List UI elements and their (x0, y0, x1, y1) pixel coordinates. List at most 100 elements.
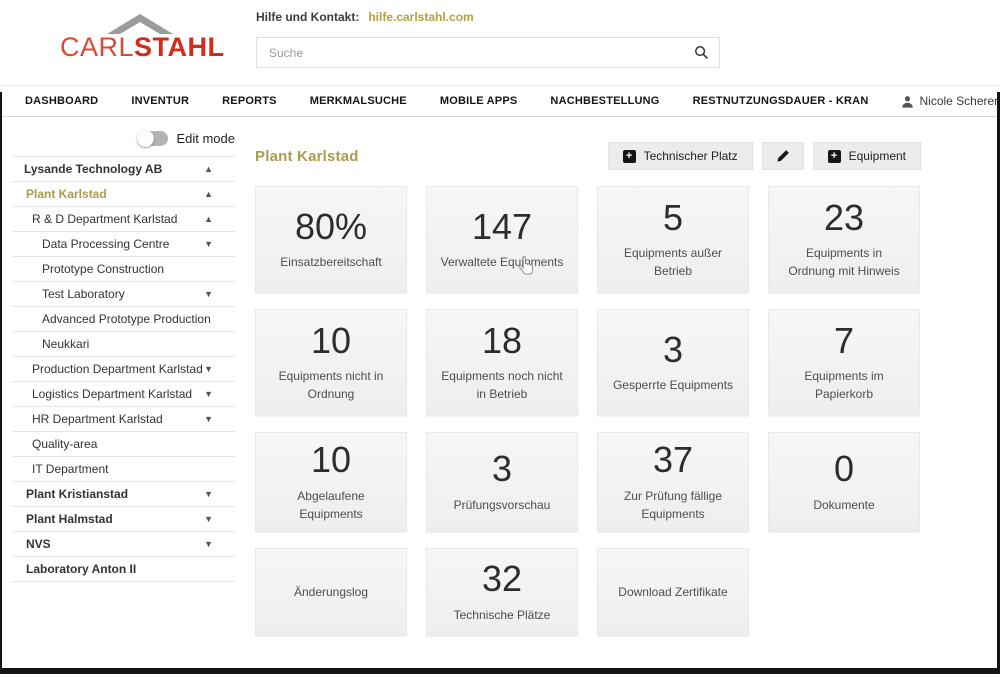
sidebar-item-label: Laboratory Anton II (26, 562, 136, 576)
tile-value: 7 (834, 322, 854, 360)
tile-value: 5 (663, 199, 683, 237)
nav-item-merkmalsuche[interactable]: MERKMALSUCHE (310, 95, 407, 107)
tile-value: 32 (482, 560, 522, 598)
chevron-down-icon: ▼ (204, 514, 213, 524)
nav-item-restnutzungsdauer-kran[interactable]: RESTNUTZUNGSDAUER - KRAN (693, 95, 869, 107)
tile-label: Equipments im Papierkorb (781, 367, 907, 403)
search-button[interactable] (684, 45, 719, 60)
roof-icon (105, 12, 175, 34)
sidebar-item-label: IT Department (32, 462, 108, 476)
edit-mode-label: Edit mode (176, 131, 235, 146)
chevron-down-icon: ▼ (204, 389, 213, 399)
help-link[interactable]: hilfe.carlstahl.com (368, 10, 473, 24)
nav-item-reports[interactable]: REPORTS (222, 95, 277, 107)
tile-einsatzbereitschaft[interactable]: 80%Einsatzbereitschaft (255, 186, 407, 293)
sidebar-item-hr-department-karlstad[interactable]: HR Department Karlstad▼ (12, 407, 235, 432)
sidebar-item-test-laboratory[interactable]: Test Laboratory▼ (12, 282, 235, 307)
search-box (256, 37, 720, 68)
sidebar: Edit mode Lysande Technology AB▲Plant Ka… (2, 118, 255, 668)
tile-value: 80% (295, 208, 367, 246)
tile-label: Prüfungsvorschau (454, 496, 551, 514)
sidebar-item-plant-karlstad[interactable]: Plant Karlstad▲ (12, 182, 235, 207)
sidebar-item-prototype-construction[interactable]: Prototype Construction (12, 257, 235, 282)
tile-dokumente[interactable]: 0Dokumente (768, 432, 920, 532)
sidebar-item-r-d-department-karlstad[interactable]: R & D Department Karlstad ▲ (12, 207, 235, 232)
tile-download-zertifikate[interactable]: Download Zertifikate (597, 548, 749, 636)
tile-value: 10 (311, 441, 351, 479)
sidebar-item-production-department-karlstad[interactable]: Production Department Karlstad▼ (12, 357, 235, 382)
user-icon (901, 95, 914, 108)
nav-item-dashboard[interactable]: DASHBOARD (25, 95, 98, 107)
tile-label: Änderungslog (294, 583, 368, 601)
chevron-down-icon: ▼ (204, 489, 213, 499)
sidebar-item-lysande-technology-ab[interactable]: Lysande Technology AB▲ (12, 157, 235, 182)
tile-equipments-in-ordnung-mit-hinweis[interactable]: 23Equipments in Ordnung mit Hinweis (768, 186, 920, 293)
tile-value: 10 (311, 322, 351, 360)
screen-frame-bottom (0, 668, 1000, 674)
tile-value: 18 (482, 322, 522, 360)
add-equipment-button[interactable]: + Equipment (813, 142, 921, 170)
tile-label: Download Zertifikate (618, 583, 727, 601)
chevron-up-icon: ▲ (204, 214, 213, 224)
sidebar-item-label: Neukkari (42, 337, 89, 351)
tile-label: Gesperrte Equipments (613, 376, 733, 394)
user-name: Nicole Scherer (919, 94, 998, 108)
screen-frame-left (0, 92, 2, 674)
add-equipment-label: Equipment (849, 149, 906, 163)
sidebar-item-advanced-prototype-production[interactable]: Advanced Prototype Production (12, 307, 235, 332)
nav-item-mobile-apps[interactable]: MOBILE APPS (440, 95, 518, 107)
sidebar-item-label: Lysande Technology AB (24, 162, 162, 176)
tile-equipments-im-papierkorb[interactable]: 7 Equipments im Papierkorb (768, 309, 920, 416)
tile-label: Zur Prüfung fällige Equipments (610, 487, 736, 523)
tile-nderungslog[interactable]: Änderungslog (255, 548, 407, 636)
sidebar-item-label: Plant Halmstad (26, 512, 113, 526)
edit-button[interactable] (762, 142, 804, 170)
tile-equipments-au-er-betrieb[interactable]: 5Equipments außer Betrieb (597, 186, 749, 293)
logo-text: CARLSTAHL (60, 34, 225, 61)
chevron-down-icon: ▼ (204, 289, 213, 299)
chevron-down-icon: ▼ (204, 364, 213, 374)
tile-equipments-nicht-in-ordnung[interactable]: 10Equipments nicht in Ordnung (255, 309, 407, 416)
edit-mode-row: Edit mode (12, 126, 235, 150)
tile-label: Equipments in Ordnung mit Hinweis (781, 244, 907, 280)
tile-technische-pl-tze[interactable]: 32 Technische Plätze (426, 548, 578, 636)
chevron-down-icon: ▼ (204, 414, 213, 424)
tile-equipments-noch-nicht-in-betrieb[interactable]: 18Equipments noch nicht in Betrieb (426, 309, 578, 416)
plus-icon: + (623, 150, 636, 163)
sidebar-item-label: Prototype Construction (42, 262, 164, 276)
tile-label: Abgelaufene Equipments (268, 487, 394, 523)
tile-value: 37 (653, 441, 693, 479)
plus-icon: + (828, 150, 841, 163)
user-menu[interactable]: Nicole Scherer ▼ (901, 94, 1000, 108)
tile-value: 3 (663, 331, 683, 369)
tile-abgelaufene-equipments[interactable]: 10 Abgelaufene Equipments (255, 432, 407, 532)
action-buttons: + Technischer Platz + Equipment (608, 142, 921, 170)
sidebar-item-laboratory-anton-ii[interactable]: Laboratory Anton II (12, 557, 235, 582)
sidebar-item-quality-area[interactable]: Quality-area (12, 432, 235, 457)
sidebar-item-plant-halmstad[interactable]: Plant Halmstad ▼ (12, 507, 235, 532)
sidebar-item-nvs[interactable]: NVS▼ (12, 532, 235, 557)
tile-pr-fungsvorschau[interactable]: 3 Prüfungsvorschau (426, 432, 578, 532)
sidebar-item-plant-kristianstad[interactable]: Plant Kristianstad ▼ (12, 482, 235, 507)
nav-item-nachbestellung[interactable]: NACHBESTELLUNG (550, 95, 659, 107)
sidebar-item-logistics-department-karlstad[interactable]: Logistics Department Karlstad▼ (12, 382, 235, 407)
tile-label: Technische Plätze (454, 606, 551, 624)
tile-value: 147 (472, 208, 532, 246)
sidebar-item-data-processing-centre[interactable]: Data Processing Centre▼ (12, 232, 235, 257)
search-input[interactable] (257, 38, 684, 67)
sidebar-item-neukkari[interactable]: Neukkari (12, 332, 235, 357)
sidebar-item-it-department[interactable]: IT Department (12, 457, 235, 482)
sidebar-item-label: Production Department Karlstad (32, 362, 203, 376)
tile-gesperrte-equipments[interactable]: 3 Gesperrte Equipments (597, 309, 749, 416)
tile-zur-pr-fung-f-llige-equipments[interactable]: 37 Zur Prüfung fällige Equipments (597, 432, 749, 532)
sidebar-item-label: Quality-area (32, 437, 97, 451)
main-nav: DASHBOARD INVENTUR REPORTS MERKMALSUCHE MOBI… (0, 85, 1000, 117)
tile-verwaltete-equipments[interactable]: 147Verwaltete Equipments (426, 186, 578, 293)
sidebar-item-label: Plant Kristianstad (26, 487, 128, 501)
edit-mode-toggle[interactable] (138, 131, 168, 146)
add-technischer-platz-button[interactable]: + Technischer Platz (608, 142, 753, 170)
sidebar-item-label: R & D Department Karlstad (32, 212, 177, 226)
kpi-tiles: 80%Einsatzbereitschaft147Verwaltete Equi… (255, 186, 921, 636)
nav-item-inventur[interactable]: INVENTUR (131, 95, 189, 107)
tile-value: 3 (492, 450, 512, 488)
